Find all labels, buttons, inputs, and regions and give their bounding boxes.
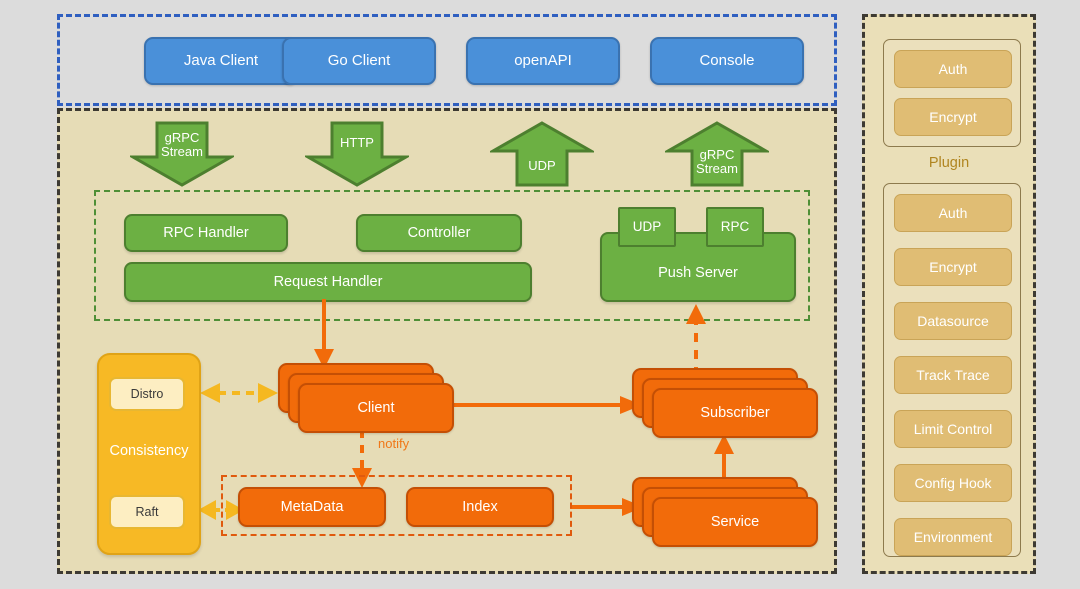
plugin-item-config-hook[interactable]: Config Hook: [894, 464, 1012, 502]
service-card-front[interactable]: Service: [652, 497, 818, 547]
plugin-section-label: Plugin: [928, 155, 970, 171]
plugin-item-auth-top[interactable]: Auth: [894, 50, 1012, 88]
client-box-console[interactable]: Console: [650, 37, 804, 85]
plugin-item-label: Auth: [938, 61, 968, 77]
protocol-arrow-http-down: HTTP: [305, 121, 409, 187]
subscriber-stack[interactable]: Subscriber: [632, 368, 818, 440]
service-stack[interactable]: Service: [632, 477, 818, 549]
plugin-item-label: Auth: [938, 205, 968, 221]
metadata-box[interactable]: MetaData: [238, 487, 386, 527]
metadata-index-zone: MetaData Index: [221, 475, 572, 536]
client-box-go-client[interactable]: Go Client: [282, 37, 436, 85]
consistency-panel[interactable]: Distro Consistency Raft: [97, 353, 201, 555]
client-box-label: openAPI: [514, 52, 572, 70]
plugin-item-label: Limit Control: [913, 421, 993, 437]
consistency-distro-label: Distro: [130, 386, 164, 401]
notify-label: notify: [378, 436, 410, 451]
client-box-label: Java Client: [183, 52, 259, 70]
plugin-item-environment[interactable]: Environment: [894, 518, 1012, 556]
index-label: Index: [462, 498, 498, 515]
client-label: Client: [357, 400, 395, 416]
plugin-item-auth[interactable]: Auth: [894, 194, 1012, 232]
controller-label: Controller: [407, 224, 471, 241]
metadata-label: MetaData: [280, 498, 344, 515]
protocol-arrow-grpc-stream-up: gRPC Stream: [665, 121, 769, 187]
consistency-raft-label: Raft: [135, 504, 159, 519]
plugin-item-encrypt-top[interactable]: Encrypt: [894, 98, 1012, 136]
rpc-handler-label: RPC Handler: [163, 224, 249, 241]
architecture-diagram: Java Client Go Client openAPI Console gR…: [0, 0, 1080, 589]
rpc-handler-box[interactable]: RPC Handler: [124, 214, 288, 252]
plugin-panel: Auth Encrypt Plugin Auth Encrypt Datasou…: [862, 14, 1036, 574]
push-server-rpc-box[interactable]: RPC: [706, 207, 764, 247]
consistency-distro-box[interactable]: Distro: [109, 377, 185, 411]
plugin-group-bottom: Auth Encrypt Datasource Track Trace Limi…: [883, 183, 1021, 557]
push-server-udp-label: UDP: [632, 219, 662, 235]
service-label: Service: [710, 514, 760, 530]
client-box-openapi[interactable]: openAPI: [466, 37, 620, 85]
plugin-item-label: Encrypt: [929, 109, 977, 125]
consistency-raft-box[interactable]: Raft: [109, 495, 185, 529]
client-box-label: Console: [699, 52, 755, 70]
plugin-item-label: Track Trace: [916, 367, 990, 383]
connector-subscriber-to-push-server: [684, 300, 708, 376]
controller-box[interactable]: Controller: [356, 214, 522, 252]
plugin-item-datasource[interactable]: Datasource: [894, 302, 1012, 340]
request-handler-box[interactable]: Request Handler: [124, 262, 532, 302]
plugin-item-encrypt[interactable]: Encrypt: [894, 248, 1012, 286]
index-box[interactable]: Index: [406, 487, 554, 527]
client-stack[interactable]: Client: [278, 363, 454, 435]
client-box-java-client[interactable]: Java Client: [144, 37, 298, 85]
connector-distro-to-client: [198, 380, 280, 406]
push-server-label: Push Server: [658, 264, 738, 281]
plugin-item-limit-control[interactable]: Limit Control: [894, 410, 1012, 448]
connector-client-to-subscriber: [432, 395, 646, 415]
plugin-item-label: Datasource: [917, 313, 989, 329]
connector-request-handler-to-client: [312, 299, 336, 371]
consistency-title: Consistency: [109, 443, 189, 459]
push-server-udp-box[interactable]: UDP: [618, 207, 676, 247]
client-box-label: Go Client: [327, 52, 391, 70]
plugin-group-top: Auth Encrypt: [883, 39, 1021, 147]
plugin-item-label: Environment: [913, 529, 993, 545]
protocol-arrow-udp-up: UDP: [490, 121, 594, 187]
subscriber-card-front[interactable]: Subscriber: [652, 388, 818, 438]
client-layer-container: Java Client Go Client openAPI Console: [57, 14, 837, 106]
subscriber-label: Subscriber: [700, 405, 770, 421]
plugin-item-label: Encrypt: [929, 259, 977, 275]
client-card-front[interactable]: Client: [298, 383, 454, 433]
push-server-rpc-label: RPC: [720, 219, 750, 235]
protocol-arrow-grpc-stream-down: gRPC Stream: [130, 121, 234, 187]
plugin-item-track-trace[interactable]: Track Trace: [894, 356, 1012, 394]
plugin-item-label: Config Hook: [914, 475, 992, 491]
request-handler-label: Request Handler: [273, 273, 383, 290]
